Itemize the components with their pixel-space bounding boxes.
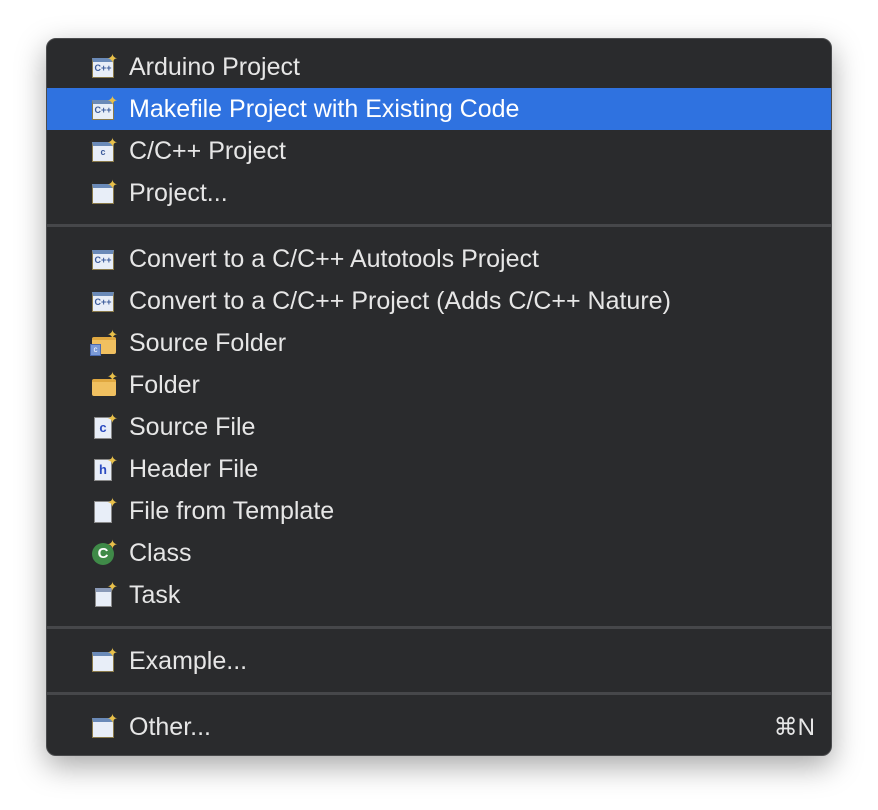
- new-project-icon: ✦: [90, 178, 118, 207]
- menu-item-example[interactable]: ✦ Example...: [47, 640, 831, 682]
- menu-item-folder[interactable]: ✦ Folder: [47, 364, 831, 406]
- shortcut-label: ⌘N: [773, 713, 815, 741]
- menu-item-class[interactable]: C ✦ Class: [47, 532, 831, 574]
- cpp-convert-icon: C++: [90, 245, 118, 273]
- new-submenu: C++ ✦ Arduino Project C++ ✦ Makefile Proje…: [46, 38, 832, 756]
- menu-item-file-from-template[interactable]: ✦ File from Template: [47, 490, 831, 532]
- new-project-icon: ✦: [90, 646, 118, 675]
- new-project-icon: ✦: [90, 712, 118, 741]
- menu-item-arduino-project[interactable]: C++ ✦ Arduino Project: [47, 46, 831, 88]
- menu-separator: [47, 682, 831, 706]
- file-icon: ✦: [90, 496, 118, 525]
- menu-item-source-file[interactable]: c ✦ Source File: [47, 406, 831, 448]
- cpp-project-icon: C++ ✦: [90, 94, 118, 123]
- folder-icon: ✦: [90, 370, 118, 399]
- task-icon: ✦: [90, 580, 118, 609]
- header-file-icon: h ✦: [90, 454, 118, 483]
- menu-item-cpp-project[interactable]: c ✦ C/C++ Project: [47, 130, 831, 172]
- menu-separator: [47, 214, 831, 238]
- menu-item-convert-cpp[interactable]: C++ Convert to a C/C++ Project (Adds C/C…: [47, 280, 831, 322]
- menu-item-makefile-project[interactable]: C++ ✦ Makefile Project with Existing Code: [47, 88, 831, 130]
- c-project-icon: c ✦: [90, 136, 118, 165]
- cpp-project-icon: C++ ✦: [90, 52, 118, 81]
- menu-item-source-folder[interactable]: c ✦ Source Folder: [47, 322, 831, 364]
- menu-item-task[interactable]: ✦ Task: [47, 574, 831, 616]
- menu-item-other[interactable]: ✦ Other... ⌘N: [47, 706, 831, 748]
- menu-item-project[interactable]: ✦ Project...: [47, 172, 831, 214]
- menu-item-convert-autotools[interactable]: C++ Convert to a C/C++ Autotools Project: [47, 238, 831, 280]
- menu-separator: [47, 616, 831, 640]
- source-folder-icon: c ✦: [90, 328, 118, 357]
- class-icon: C ✦: [90, 538, 118, 567]
- cpp-convert-icon: C++: [90, 287, 118, 315]
- source-file-icon: c ✦: [90, 412, 118, 441]
- menu-item-header-file[interactable]: h ✦ Header File: [47, 448, 831, 490]
